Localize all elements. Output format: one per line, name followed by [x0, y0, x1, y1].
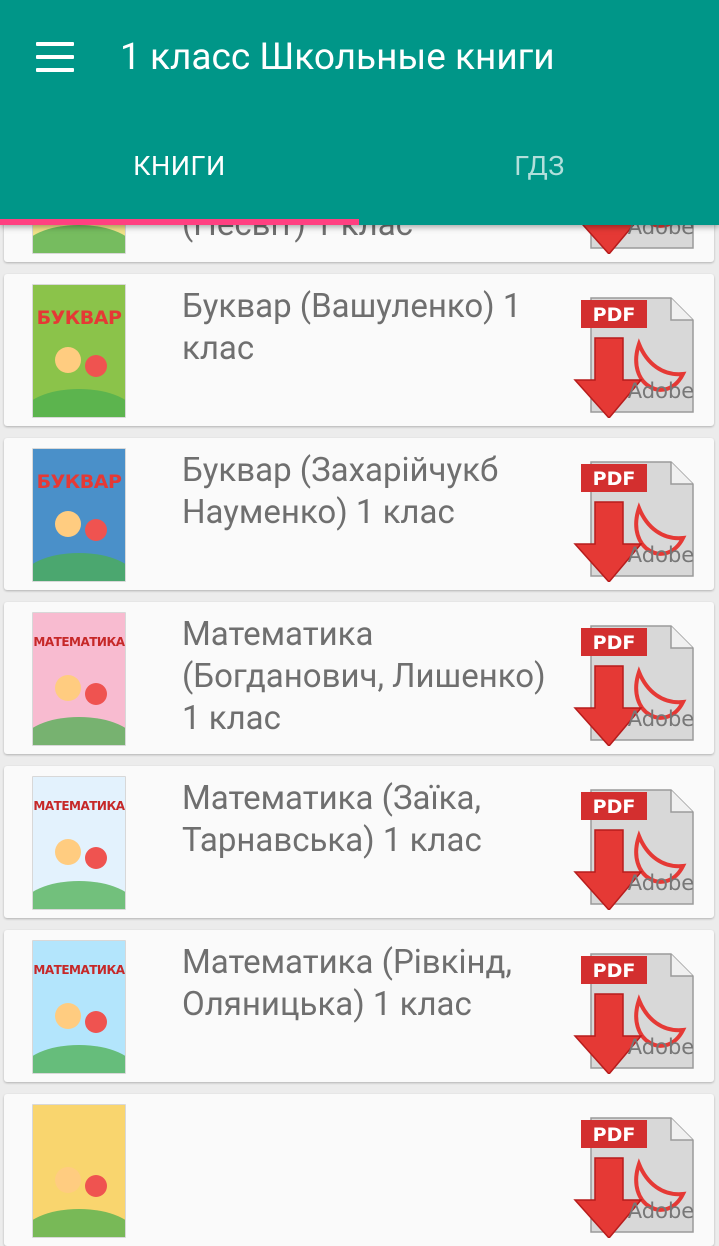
- cover-figure: [85, 683, 107, 705]
- svg-text:Adobe: Adobe: [628, 1035, 694, 1059]
- cover-figure: [55, 839, 81, 865]
- book-title: Буквар (Вашуленко) 1 клас: [182, 287, 522, 368]
- book-cover: БУКВАР: [32, 284, 126, 418]
- book-card[interactable]: PDF Adobe: [4, 1094, 714, 1246]
- book-cover: МАТЕМАТИКА: [32, 776, 126, 910]
- book-cover: МАТЕМАТИКА: [32, 940, 126, 1074]
- cover-figure: [85, 1011, 107, 1033]
- svg-text:PDF: PDF: [593, 304, 636, 326]
- hamburger-menu-icon[interactable]: [36, 42, 74, 72]
- svg-text:PDF: PDF: [593, 468, 636, 490]
- cover-figure: [85, 355, 107, 377]
- book-cover: БУКВАР: [32, 448, 126, 582]
- svg-text:PDF: PDF: [593, 632, 636, 654]
- app-bar: 1 класс Школьные книги КНИГИ ГДЗ: [0, 0, 719, 225]
- cover-ground: [33, 717, 125, 745]
- cover-figure: [85, 847, 107, 869]
- cover-figure: [55, 347, 81, 373]
- svg-text:PDF: PDF: [593, 1124, 636, 1146]
- cover-ground: [33, 389, 125, 417]
- cover-ground: [33, 225, 125, 253]
- cover-figure: [85, 519, 107, 541]
- book-title: Математика (Рівкінд, Оляницька) 1 клас: [182, 943, 512, 1024]
- book-title: Математика (Богданович, Лишенко) 1 клас: [182, 615, 546, 738]
- svg-text:Adobe: Adobe: [628, 543, 694, 567]
- tab-gdz[interactable]: ГДЗ: [360, 150, 719, 182]
- book-card[interactable]: БУКВАР Буквар (Захарійчукб Науменко) 1 кл…: [4, 438, 714, 590]
- pdf-download-icon[interactable]: PDF Adobe: [569, 622, 697, 748]
- pdf-download-icon[interactable]: PDF Adobe: [569, 950, 697, 1076]
- cover-ground: [33, 881, 125, 909]
- cover-figure: [85, 1175, 107, 1197]
- page-title: 1 класс Школьные книги: [120, 36, 555, 79]
- book-card[interactable]: МАТЕМАТИКА Математика (Заїка, Тарнавська)…: [4, 766, 714, 918]
- book-cover: [32, 1104, 126, 1238]
- cover-title: МАТЕМАТИКА: [33, 799, 125, 813]
- svg-text:Adobe: Adobe: [628, 871, 694, 895]
- tab-indicator: [0, 219, 359, 225]
- svg-text:Adobe: Adobe: [628, 707, 694, 731]
- svg-text:Adobe: Adobe: [628, 1199, 694, 1223]
- svg-text:PDF: PDF: [593, 960, 636, 982]
- pdf-download-icon[interactable]: PDF Adobe: [569, 458, 697, 584]
- cover-ground: [33, 553, 125, 581]
- cover-figure: [55, 511, 81, 537]
- cover-figure: [55, 675, 81, 701]
- book-card[interactable]: МАТЕМАТИКА Математика (Богданович, Лишенк…: [4, 602, 714, 754]
- pdf-download-icon[interactable]: PDF Adobe: [569, 1114, 697, 1240]
- book-card[interactable]: БУКВАР Буквар (Вашуленко) 1 клас PDF Adob…: [4, 274, 714, 426]
- cover-figure: [55, 1003, 81, 1029]
- cover-title: МАТЕМАТИКА: [33, 963, 125, 977]
- cover-title: МАТЕМАТИКА: [33, 635, 125, 649]
- svg-text:PDF: PDF: [593, 796, 636, 818]
- pdf-download-icon[interactable]: PDF Adobe: [569, 294, 697, 420]
- cover-title: БУКВАР: [36, 307, 122, 329]
- book-cover: МАТЕМАТИКА: [32, 612, 126, 746]
- tab-books[interactable]: КНИГИ: [0, 150, 359, 182]
- book-title: Буквар (Захарійчукб Науменко) 1 клас: [182, 451, 499, 532]
- book-title: Математика (Заїка, Тарнавська) 1 клас: [182, 779, 482, 860]
- cover-ground: [33, 1209, 125, 1237]
- pdf-download-icon[interactable]: PDF Adobe: [569, 786, 697, 912]
- svg-text:Adobe: Adobe: [628, 379, 694, 403]
- book-card[interactable]: МАТЕМАТИКА Математика (Рівкінд, Оляницька…: [4, 930, 714, 1082]
- cover-ground: [33, 1045, 125, 1073]
- cover-figure: [55, 1167, 81, 1193]
- cover-title: БУКВАР: [36, 471, 122, 493]
